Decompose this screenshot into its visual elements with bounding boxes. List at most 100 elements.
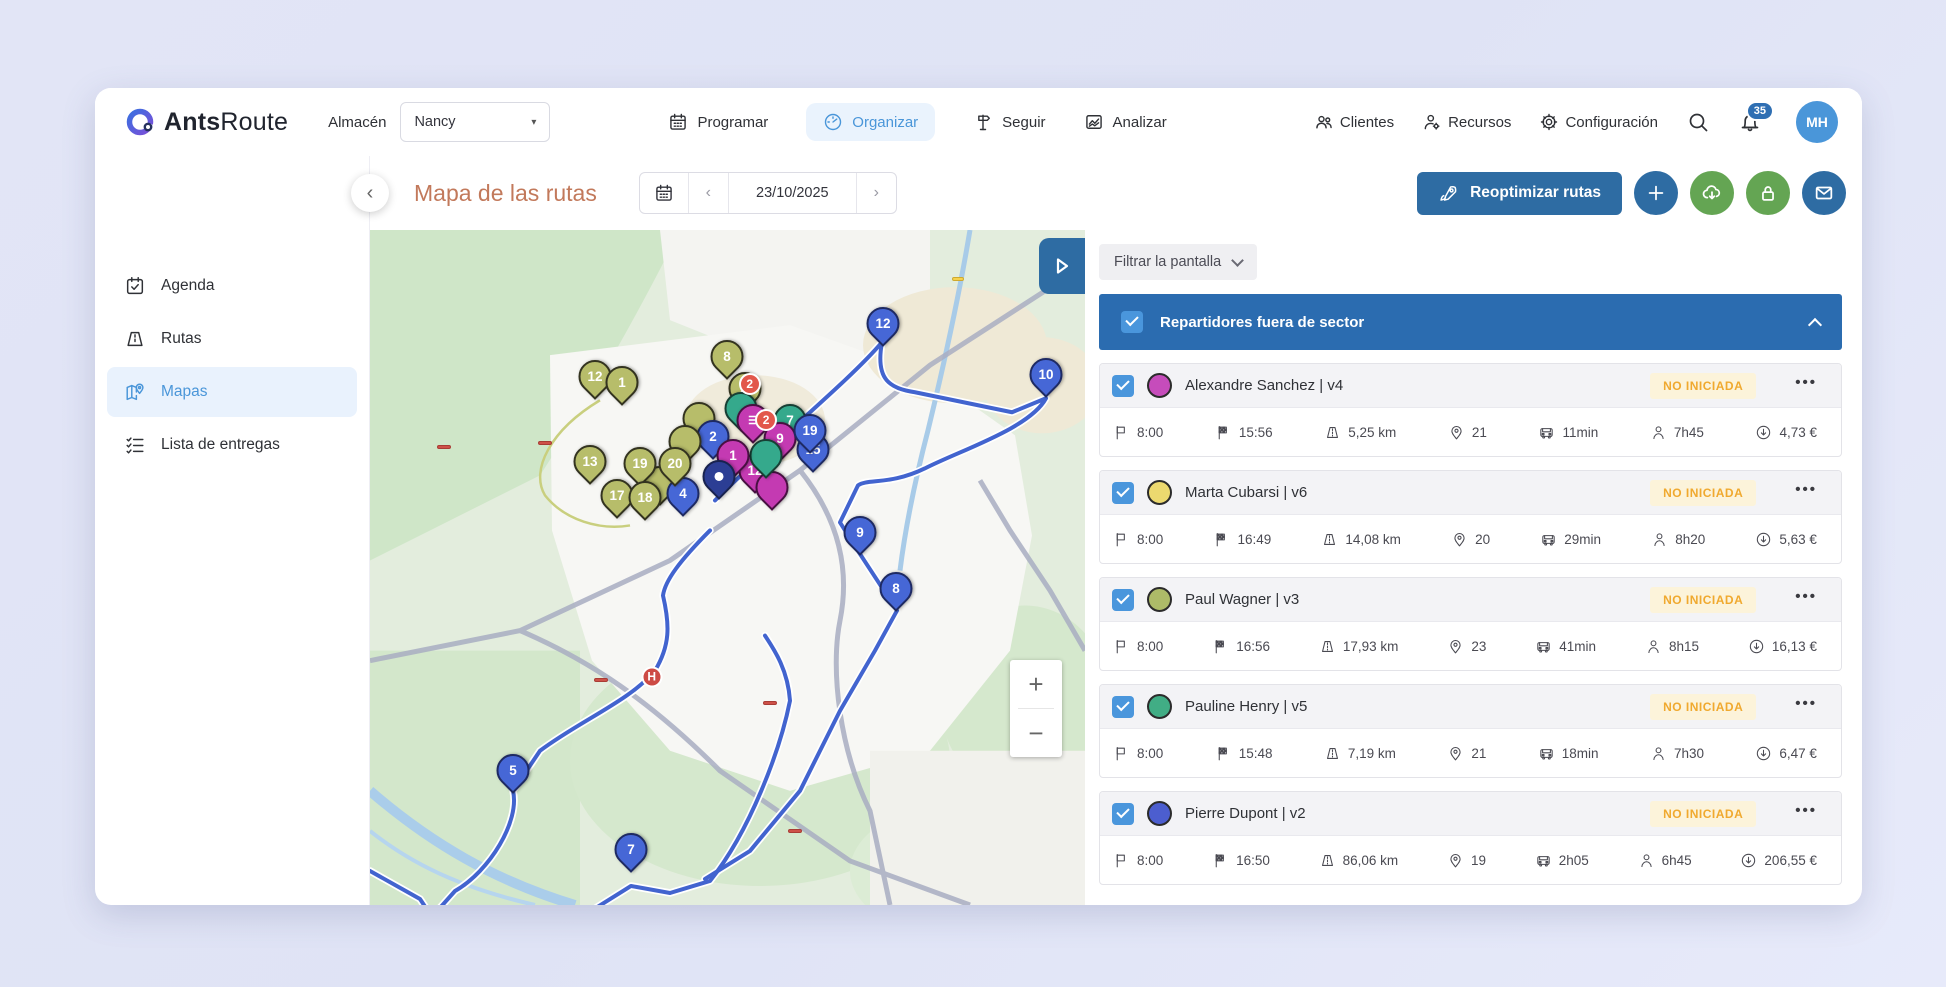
- gear-icon: [1541, 113, 1558, 131]
- row-menu-button[interactable]: •••: [1795, 802, 1817, 819]
- driver-checkbox[interactable]: [1112, 588, 1134, 611]
- expand-panel-button[interactable]: [1039, 238, 1085, 294]
- app-window: AntsRoute Almacén Nancy ▾ Programar Orga…: [95, 88, 1862, 905]
- van-icon: [1540, 427, 1554, 439]
- sidebar-item-label: Lista de entregas: [161, 436, 280, 453]
- stat-distance: 86,06 km: [1319, 852, 1398, 869]
- row-menu-button[interactable]: •••: [1795, 588, 1817, 605]
- driver-header-row[interactable]: Pauline Henry | v5 NO INICIADA •••: [1100, 685, 1841, 729]
- menu-label: Clientes: [1339, 113, 1395, 131]
- road-icon: [1321, 854, 1333, 866]
- driver-stats-row: 8:00 16:50 86,06 km 19 2h05 6h45 206,55 …: [1100, 836, 1841, 884]
- filter-label: Filtrar la pantalla: [1114, 254, 1222, 270]
- stat-end-time: 16:56: [1212, 638, 1270, 655]
- start-flag-icon: [1116, 425, 1125, 439]
- logo-icon: [126, 108, 154, 136]
- lock-button[interactable]: [1746, 171, 1790, 215]
- marker-label: 20: [667, 456, 683, 472]
- download-circle-icon: [1757, 425, 1771, 439]
- driver-header-row[interactable]: Paul Wagner | v3 NO INICIADA •••: [1100, 578, 1841, 622]
- status-badge: NO INICIADA: [1650, 586, 1757, 613]
- section-checkbox[interactable]: [1121, 311, 1143, 333]
- warehouse-select[interactable]: Nancy ▾: [400, 102, 551, 142]
- menu-recursos[interactable]: Recursos: [1422, 103, 1511, 141]
- sidebar-item-lista-de-entregas[interactable]: Lista de entregas: [107, 420, 357, 470]
- driver-color-dot: [1147, 587, 1172, 612]
- map-zoom-control: + −: [1010, 660, 1062, 757]
- menu-organizar[interactable]: Organizar: [806, 103, 936, 141]
- row-menu-button[interactable]: •••: [1795, 481, 1817, 498]
- prev-day-button[interactable]: ‹: [687, 173, 728, 213]
- pin-icon: [1450, 746, 1461, 760]
- zoom-out-button[interactable]: −: [1010, 709, 1062, 757]
- stat-duration: 7h30: [1650, 745, 1704, 762]
- stat-cost: 16,13 €: [1748, 638, 1817, 655]
- person-icon: [1653, 746, 1664, 760]
- driver-checkbox[interactable]: [1112, 481, 1134, 504]
- stat-start-time: 8:00: [1113, 745, 1163, 762]
- driver-stats-row: 8:00 16:56 17,93 km 23 41min 8h15 16,13 …: [1100, 622, 1841, 670]
- marker-label: 18: [637, 490, 653, 506]
- toolbar: ‹ Mapa de las rutas ‹ 23/10/2025 › Reopt…: [351, 156, 1862, 230]
- menu-analizar[interactable]: Analizar: [1084, 103, 1167, 141]
- chevron-up-icon[interactable]: [1807, 317, 1823, 332]
- driver-header-row[interactable]: Marta Cubarsi | v6 NO INICIADA •••: [1100, 471, 1841, 515]
- road-icon: [1327, 426, 1339, 438]
- driver-name: Paul Wagner | v3: [1185, 591, 1300, 608]
- map-marker[interactable]: 2: [738, 372, 761, 395]
- driver-color-dot: [1147, 694, 1172, 719]
- sidebar-item-mapas[interactable]: Mapas: [107, 367, 357, 417]
- people-icon: [1316, 115, 1332, 129]
- sidebar-item-agenda[interactable]: Agenda: [107, 261, 357, 311]
- button-label: Reoptimizar rutas: [1470, 184, 1601, 201]
- map-marker[interactable]: H: [641, 666, 663, 688]
- stat-distance: 14,08 km: [1321, 531, 1401, 548]
- driver-header-row[interactable]: Pierre Dupont | v2 NO INICIADA •••: [1100, 792, 1841, 836]
- routes-map[interactable]: 1218☰13192017187☰91121210219154985722H +…: [370, 230, 1085, 905]
- driver-card: Alexandre Sanchez | v4 NO INICIADA ••• 8…: [1099, 363, 1842, 457]
- row-menu-button[interactable]: •••: [1795, 374, 1817, 391]
- calendar-button[interactable]: [640, 173, 688, 213]
- driver-header-row[interactable]: Alexandre Sanchez | v4 NO INICIADA •••: [1100, 364, 1841, 408]
- search-button[interactable]: [1686, 110, 1710, 134]
- mail-button[interactable]: [1802, 171, 1846, 215]
- driver-checkbox[interactable]: [1112, 374, 1134, 397]
- road-icon: [127, 331, 143, 347]
- filter-screen-dropdown[interactable]: Filtrar la pantalla: [1099, 244, 1258, 280]
- stat-stops: 21: [1447, 745, 1486, 762]
- menu-seguir[interactable]: Seguir: [973, 103, 1046, 141]
- toolbar-actions: Reoptimizar rutas: [1417, 171, 1846, 215]
- lock-icon: [1762, 186, 1774, 201]
- menu-programar[interactable]: Programar: [668, 103, 768, 141]
- date-value[interactable]: 23/10/2025: [727, 173, 856, 213]
- marker-label: 17: [609, 488, 625, 504]
- reoptimize-routes-button[interactable]: Reoptimizar rutas: [1417, 171, 1622, 215]
- sidebar-item-rutas[interactable]: Rutas: [107, 314, 357, 364]
- section-header[interactable]: Repartidores fuera de sector: [1099, 294, 1842, 350]
- driver-color-dot: [1147, 480, 1172, 505]
- pin-icon: [1450, 853, 1461, 867]
- zoom-in-button[interactable]: +: [1010, 660, 1062, 708]
- driver-name: Pauline Henry | v5: [1185, 698, 1308, 715]
- stat-drive-time: 18min: [1538, 745, 1599, 762]
- road-icon: [1324, 533, 1336, 545]
- driver-checkbox[interactable]: [1112, 802, 1134, 825]
- notifications-button[interactable]: 35: [1738, 101, 1774, 134]
- add-route-button[interactable]: [1634, 171, 1678, 215]
- search-icon: [1689, 113, 1708, 132]
- download-circle-icon: [1757, 532, 1771, 546]
- menu-label: Seguir: [1002, 113, 1046, 131]
- map-marker[interactable]: 2: [755, 408, 778, 431]
- user-avatar[interactable]: MH: [1796, 101, 1838, 143]
- warehouse-label: Almacén: [328, 113, 387, 131]
- antsroute-logo[interactable]: AntsRoute: [125, 107, 288, 137]
- collapse-sidebar-button[interactable]: ‹: [351, 174, 389, 212]
- driver-checkbox[interactable]: [1112, 695, 1134, 718]
- marker-label: 10: [1038, 367, 1054, 383]
- menu-clientes[interactable]: Clientes: [1314, 103, 1394, 141]
- row-menu-button[interactable]: •••: [1795, 695, 1817, 712]
- marker-label: 19: [632, 456, 648, 472]
- menu-configuracion[interactable]: Configuración: [1539, 103, 1658, 141]
- next-day-button[interactable]: ›: [855, 173, 896, 213]
- export-button[interactable]: [1690, 171, 1734, 215]
